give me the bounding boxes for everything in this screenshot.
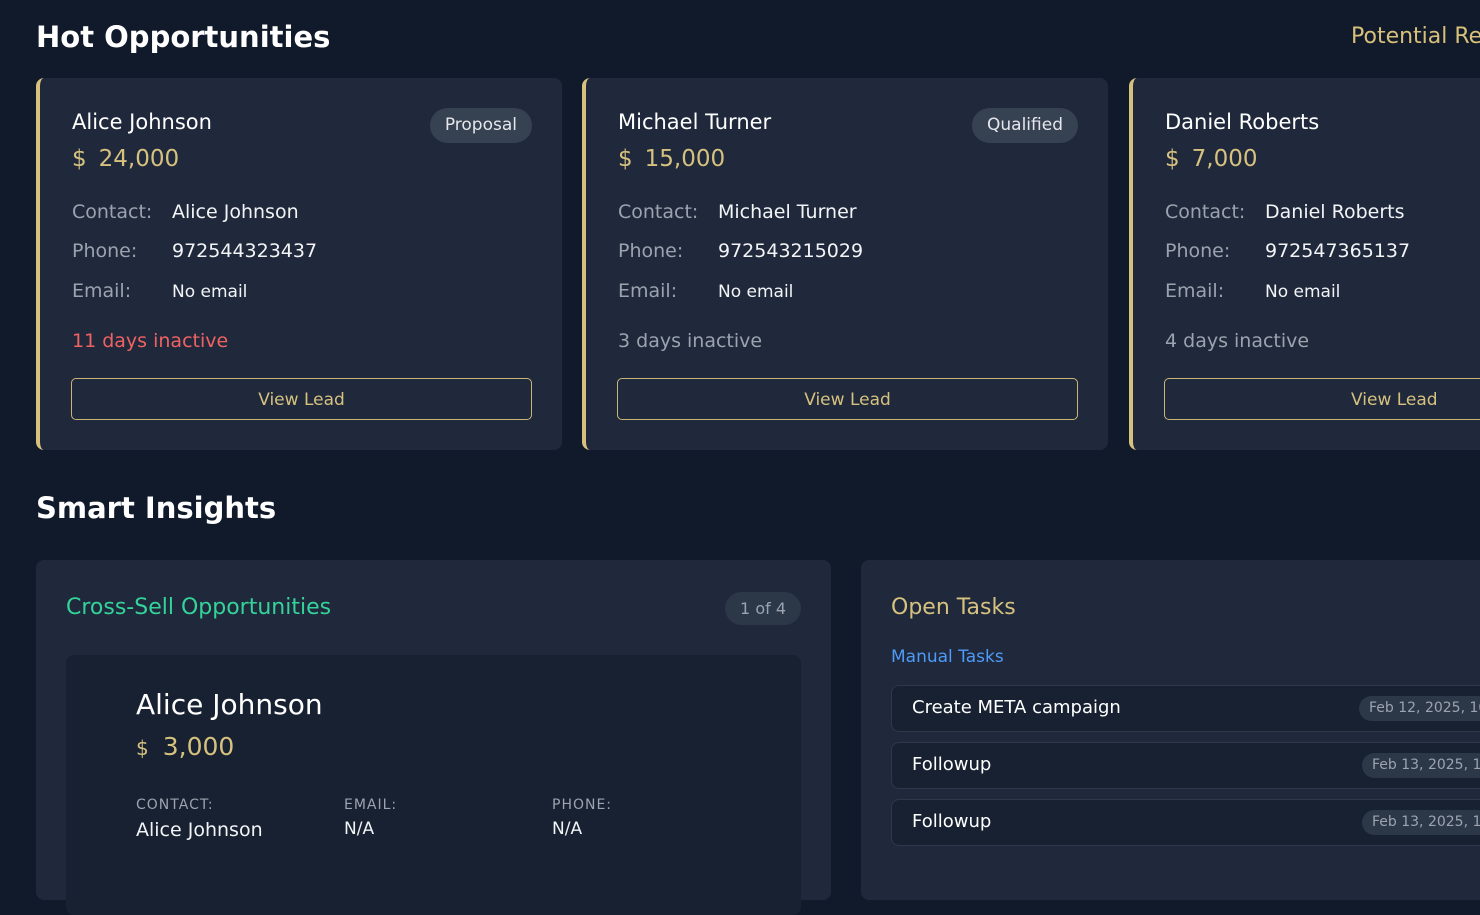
amount-value: 15,000	[644, 146, 726, 172]
task-row[interactable]: Create META campaign Feb 12, 2025, 10	[891, 685, 1480, 732]
task-title: Create META campaign	[912, 697, 1121, 718]
phone-row: Phone: 972544323437	[72, 240, 317, 262]
inactive-status: 3 days inactive	[618, 330, 763, 352]
task-date-badge: Feb 12, 2025, 10	[1359, 696, 1480, 721]
phone-column: PHONE: N/A	[552, 797, 612, 839]
phone-label: Phone:	[72, 240, 138, 262]
task-date-badge: Feb 13, 2025, 1	[1362, 753, 1480, 778]
inactive-status: 11 days inactive	[72, 330, 229, 352]
amount-value: 24,000	[98, 146, 180, 172]
currency-symbol: $	[618, 146, 633, 172]
stage-badge: Qualified	[972, 108, 1078, 143]
phone-label: Phone:	[618, 240, 684, 262]
contact-label: Contact:	[72, 201, 153, 223]
task-title: Followup	[912, 811, 992, 832]
view-lead-button[interactable]: View Lead	[617, 378, 1078, 420]
task-title: Followup	[912, 754, 992, 775]
opportunity-name: Michael Turner	[618, 110, 772, 134]
potential-revenue-label: Potential Re	[1351, 24, 1480, 49]
email-column: EMAIL: N/A	[344, 797, 397, 839]
manual-tasks-label[interactable]: Manual Tasks	[891, 647, 1004, 667]
currency-symbol: $	[136, 736, 149, 760]
task-date-badge: Feb 13, 2025, 1	[1362, 810, 1480, 835]
smart-insights-title: Smart Insights	[36, 491, 277, 525]
email-value: No email	[718, 282, 794, 302]
email-row: Email: No email	[618, 280, 793, 302]
hot-opportunities-title: Hot Opportunities	[36, 20, 331, 54]
contact-row: Contact: Michael Turner	[618, 201, 857, 223]
opportunity-card: Alice Johnson Proposal $24,000 Contact: A…	[36, 78, 562, 450]
email-row: Email: No email	[72, 280, 247, 302]
amount-value: 7,000	[1191, 146, 1258, 172]
opportunity-name: Daniel Roberts	[1165, 110, 1320, 134]
amount-value: 3,000	[162, 732, 235, 761]
email-label: Email:	[618, 280, 678, 302]
opportunity-amount: $24,000	[72, 146, 179, 172]
contact-value: Alice Johnson	[136, 819, 263, 841]
open-tasks-title: Open Tasks	[891, 595, 1016, 620]
cross-sell-name: Alice Johnson	[136, 688, 323, 721]
phone-label: PHONE:	[552, 797, 613, 813]
cross-sell-panel: Cross-Sell Opportunities 1 of 4 Alice Jo…	[36, 560, 831, 915]
email-row: Email: No email	[1165, 280, 1340, 302]
email-value: N/A	[344, 819, 375, 839]
email-value: No email	[172, 282, 248, 302]
task-row[interactable]: Followup Feb 13, 2025, 1	[891, 799, 1480, 846]
email-value: No email	[1265, 282, 1341, 302]
contact-label: Contact:	[618, 201, 699, 223]
contact-column: CONTACT: Alice Johnson	[136, 797, 263, 841]
currency-symbol: $	[72, 146, 87, 172]
contact-row: Contact: Daniel Roberts	[1165, 201, 1405, 223]
phone-value: 972544323437	[172, 240, 318, 262]
contact-value: Michael Turner	[718, 201, 857, 223]
cross-sell-title: Cross-Sell Opportunities	[66, 595, 332, 620]
contact-row: Contact: Alice Johnson	[72, 201, 299, 223]
email-label: EMAIL:	[344, 797, 398, 813]
opportunity-card: Michael Turner Qualified $15,000 Contact…	[582, 78, 1108, 450]
view-lead-button[interactable]: View Lead	[71, 378, 532, 420]
cross-sell-amount: $3,000	[136, 732, 234, 761]
phone-label: Phone:	[1165, 240, 1231, 262]
open-tasks-panel: Open Tasks Manual Tasks Create META camp…	[861, 560, 1480, 900]
contact-value: Daniel Roberts	[1265, 201, 1405, 223]
opportunity-card: Daniel Roberts $7,000 Contact: Daniel Rob…	[1129, 78, 1480, 450]
phone-value: 972543215029	[718, 240, 864, 262]
currency-symbol: $	[1165, 146, 1180, 172]
stage-badge: Proposal	[429, 108, 532, 143]
email-label: Email:	[1165, 280, 1225, 302]
contact-value: Alice Johnson	[172, 201, 299, 223]
contact-label: CONTACT:	[136, 797, 214, 813]
opportunity-name: Alice Johnson	[72, 110, 212, 134]
contact-label: Contact:	[1165, 201, 1246, 223]
phone-row: Phone: 972543215029	[618, 240, 863, 262]
email-label: Email:	[72, 280, 132, 302]
pagination-indicator: 1 of 4	[725, 592, 801, 625]
inactive-status: 4 days inactive	[1165, 330, 1310, 352]
phone-value: N/A	[552, 819, 583, 839]
opportunity-amount: $15,000	[618, 146, 725, 172]
opportunity-amount: $7,000	[1165, 146, 1258, 172]
phone-row: Phone: 972547365137	[1165, 240, 1410, 262]
phone-value: 972547365137	[1265, 240, 1411, 262]
cross-sell-card[interactable]: Alice Johnson $3,000 CONTACT: Alice John…	[66, 655, 801, 915]
task-row[interactable]: Followup Feb 13, 2025, 1	[891, 742, 1480, 789]
view-lead-button[interactable]: View Lead	[1164, 378, 1480, 420]
